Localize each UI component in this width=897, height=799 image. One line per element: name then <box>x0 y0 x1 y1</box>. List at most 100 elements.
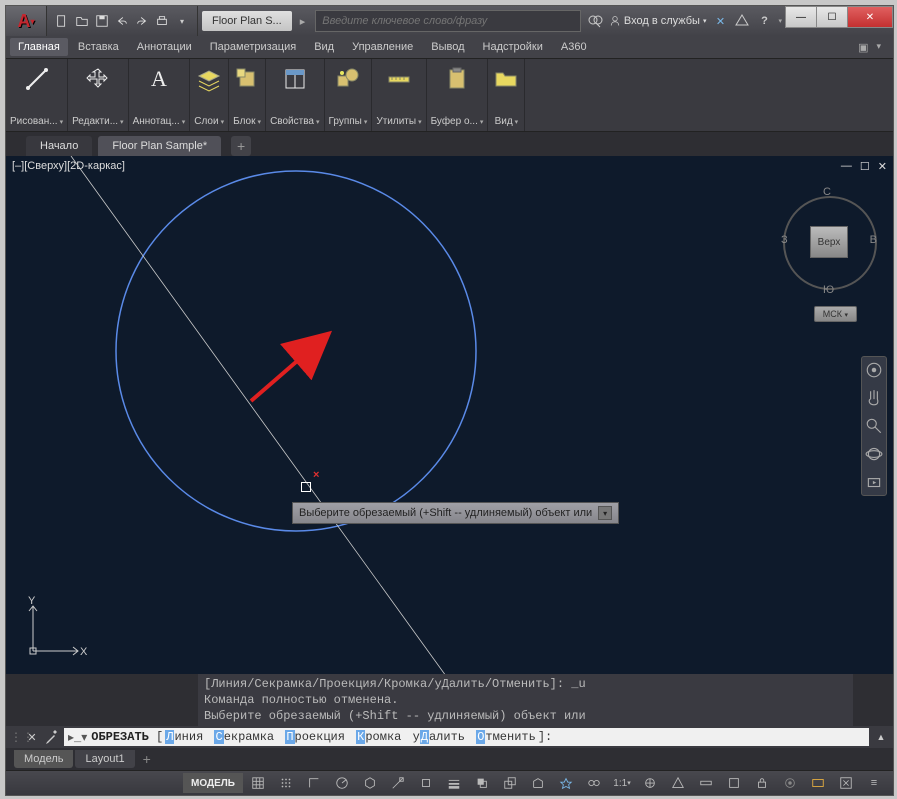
viewcube[interactable]: С Ю З В Верх <box>783 186 873 296</box>
cmd-recent-icon[interactable]: ▲ <box>873 729 889 745</box>
help-icon[interactable]: ? <box>756 13 772 29</box>
ortho-icon[interactable] <box>301 773 327 793</box>
annotation-monitor-icon[interactable] <box>665 773 691 793</box>
ucs-badge[interactable]: МСК ▾ <box>814 306 857 322</box>
viewcube-north[interactable]: С <box>823 186 831 198</box>
login-button[interactable]: Вход в службы ▾ <box>609 15 707 27</box>
customize-icon[interactable]: ≡ <box>861 773 887 793</box>
tab-insert[interactable]: Вставка <box>70 38 127 56</box>
panel-groups[interactable]: Группы▾ <box>325 59 373 131</box>
vp-close-icon[interactable]: ✕ <box>878 160 887 173</box>
layout-tab-layout1[interactable]: Layout1 <box>75 750 134 768</box>
new-icon[interactable] <box>53 12 71 30</box>
hardware-accel-icon[interactable] <box>805 773 831 793</box>
open-icon[interactable] <box>73 12 91 30</box>
move-icon[interactable] <box>84 65 112 93</box>
isodraft-icon[interactable] <box>357 773 383 793</box>
line-icon[interactable] <box>23 65 51 93</box>
cmd-option[interactable]: Кромка <box>354 730 403 744</box>
nav-showmotion-icon[interactable] <box>865 473 883 491</box>
add-tab-button[interactable]: + <box>231 136 251 156</box>
properties-icon[interactable] <box>281 65 309 93</box>
nav-orbit-icon[interactable] <box>865 445 883 463</box>
nav-zoom-icon[interactable] <box>865 417 883 435</box>
tab-document[interactable]: Floor Plan Sample* <box>98 136 221 156</box>
nav-pan-icon[interactable] <box>865 389 883 407</box>
close-button[interactable]: ✕ <box>847 6 893 28</box>
clean-screen-icon[interactable] <box>833 773 859 793</box>
text-icon[interactable]: A <box>145 65 173 93</box>
minimize-button[interactable]: — <box>785 6 817 28</box>
auto-scale-icon[interactable] <box>581 773 607 793</box>
cmd-close-icon[interactable]: ✕ <box>24 729 40 745</box>
featured-apps-icon[interactable]: ▣ <box>858 41 868 54</box>
viewcube-south[interactable]: Ю <box>823 284 834 296</box>
units-icon[interactable] <box>693 773 719 793</box>
drawing-viewport[interactable]: [–][Сверху][2D-каркас] — ☐ ✕ × Выберите … <box>6 156 893 674</box>
command-line[interactable]: ⋮⋮ ✕ ▸_▾ ОБРЕЗАТЬ [ Линия Секрамка Проек… <box>6 726 893 748</box>
tab-parametric[interactable]: Параметризация <box>202 38 304 56</box>
isolate-icon[interactable] <box>777 773 803 793</box>
cmd-option[interactable]: Отменить <box>474 730 538 744</box>
panel-layers[interactable]: Слои▾ <box>190 59 229 131</box>
title-arrow-icon[interactable]: ▸ <box>296 6 310 36</box>
workspace-icon[interactable] <box>637 773 663 793</box>
panel-modify[interactable]: Редакти...▾ <box>68 59 128 131</box>
print-icon[interactable] <box>153 12 171 30</box>
app-logo[interactable]: A▾ <box>6 6 47 36</box>
measure-icon[interactable] <box>385 65 413 93</box>
annotation-scale-icon[interactable] <box>525 773 551 793</box>
annotation-visibility-icon[interactable] <box>553 773 579 793</box>
tab-manage[interactable]: Управление <box>344 38 421 56</box>
cmd-option[interactable]: Проекция <box>283 730 347 744</box>
panel-properties[interactable]: Свойства▾ <box>266 59 324 131</box>
osnap-tracking-icon[interactable] <box>385 773 411 793</box>
undo-icon[interactable] <box>113 12 131 30</box>
groups-icon[interactable] <box>334 65 362 93</box>
scale-value[interactable]: 1:1 ▾ <box>609 773 635 793</box>
panel-block[interactable]: Блок▾ <box>229 59 266 131</box>
redo-icon[interactable] <box>133 12 151 30</box>
viewcube-west[interactable]: З <box>781 234 788 246</box>
layers-icon[interactable] <box>195 65 223 93</box>
save-icon[interactable] <box>93 12 111 30</box>
layout-add-button[interactable]: + <box>137 751 157 767</box>
a360-icon[interactable] <box>734 13 750 29</box>
folder-icon[interactable] <box>492 65 520 93</box>
panel-annotation[interactable]: A Аннотац...▾ <box>129 59 191 131</box>
lock-ui-icon[interactable] <box>749 773 775 793</box>
viewcube-face[interactable]: Верх <box>810 226 848 258</box>
ribbon-collapse-icon[interactable]: ▾ <box>876 41 881 54</box>
tab-view[interactable]: Вид <box>306 38 342 56</box>
polar-icon[interactable] <box>329 773 355 793</box>
tab-start[interactable]: Начало <box>26 136 92 156</box>
infocenter-search-icon[interactable] <box>587 13 603 29</box>
snap-icon[interactable] <box>273 773 299 793</box>
cmd-drag-handle[interactable]: ⋮⋮ <box>10 730 20 744</box>
panel-utilities[interactable]: Утилиты▾ <box>372 59 426 131</box>
tab-addons[interactable]: Надстройки <box>475 38 551 56</box>
nav-wheel-icon[interactable] <box>865 361 883 379</box>
qat-dropdown-icon[interactable]: ▾ <box>173 12 191 30</box>
tab-a360[interactable]: A360 <box>553 38 595 56</box>
grid-icon[interactable] <box>245 773 271 793</box>
transparency-icon[interactable] <box>469 773 495 793</box>
tab-output[interactable]: Вывод <box>423 38 472 56</box>
cmd-option[interactable]: Секрамка <box>212 730 276 744</box>
selection-cycling-icon[interactable] <box>497 773 523 793</box>
maximize-button[interactable]: ☐ <box>816 6 848 28</box>
cmd-customize-icon[interactable] <box>44 729 60 745</box>
block-icon[interactable] <box>233 65 261 93</box>
panel-clipboard[interactable]: Буфер о...▾ <box>427 59 489 131</box>
layout-tab-model[interactable]: Модель <box>14 750 73 768</box>
cmd-option[interactable]: уДалить <box>411 730 467 744</box>
lineweight-icon[interactable] <box>441 773 467 793</box>
command-input[interactable]: ▸_▾ ОБРЕЗАТЬ [ Линия Секрамка Проекция К… <box>64 728 869 746</box>
viewcube-east[interactable]: В <box>870 234 877 246</box>
tooltip-options-icon[interactable]: ▾ <box>598 506 612 520</box>
tab-home[interactable]: Главная <box>10 38 68 56</box>
cmd-option[interactable]: Линия <box>163 730 205 744</box>
quick-properties-icon[interactable] <box>721 773 747 793</box>
tab-annotate[interactable]: Аннотации <box>129 38 200 56</box>
status-model-button[interactable]: МОДЕЛЬ <box>183 773 243 793</box>
